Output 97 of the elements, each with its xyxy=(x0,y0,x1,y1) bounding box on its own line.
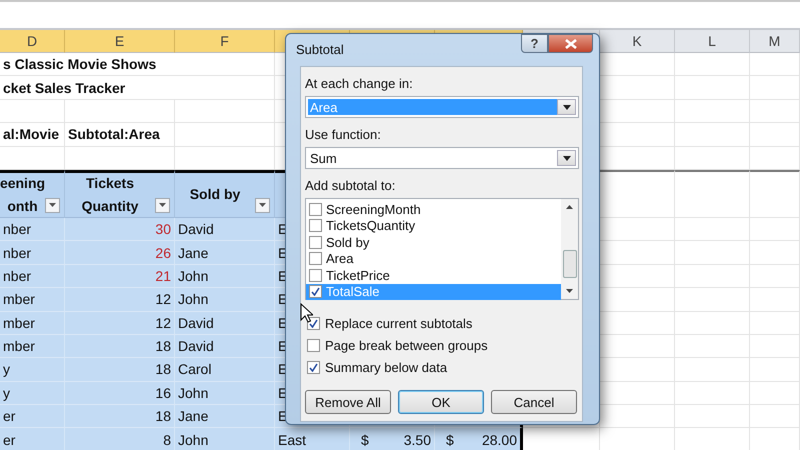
column-header[interactable]: L xyxy=(675,30,750,53)
column-header[interactable]: M xyxy=(750,30,800,53)
currency-sign: $ xyxy=(361,432,369,448)
table-cell: 8 xyxy=(65,428,175,450)
dropdown-value: Area xyxy=(308,99,557,115)
mouse-pointer-icon xyxy=(300,303,313,323)
dialog-button[interactable]: Cancel xyxy=(491,390,577,414)
checkbox[interactable] xyxy=(309,268,322,282)
column-title: Sold by xyxy=(190,185,240,204)
caret-icon xyxy=(259,203,266,208)
table-cell: 16 xyxy=(65,382,175,406)
table-cell: 18 xyxy=(65,334,175,358)
empty-cell xyxy=(750,76,800,100)
table-cell: al:Movie xyxy=(0,123,65,147)
empty-cell xyxy=(750,288,800,312)
field-label: At each change in: xyxy=(305,75,414,92)
scroll-thumb[interactable] xyxy=(562,250,576,278)
table-cell: mber xyxy=(0,288,65,312)
checkbox[interactable] xyxy=(309,252,322,266)
table-cell: 18 xyxy=(65,358,175,382)
empty-cell xyxy=(750,53,800,76)
table-cell: 30 xyxy=(65,218,175,242)
table-cell: er xyxy=(0,428,65,450)
empty-cell xyxy=(0,100,65,124)
table-cell: David xyxy=(175,218,275,242)
dialog-title: Subtotal xyxy=(296,42,344,56)
table-cell: 12 xyxy=(65,288,175,312)
filter-dropdown-button[interactable] xyxy=(45,198,60,213)
field-label: Use function: xyxy=(305,126,382,143)
table-cell: Jane xyxy=(175,241,275,265)
title-cell: s Classic Movie Shows xyxy=(0,53,275,76)
checkbox[interactable] xyxy=(307,361,320,374)
table-cell: mber xyxy=(0,312,65,335)
checkbox[interactable] xyxy=(309,219,322,232)
filter-dropdown-button[interactable] xyxy=(155,198,170,213)
table-cell: 21 xyxy=(65,264,175,288)
table-cell: er xyxy=(0,405,65,428)
currency-sign: $ xyxy=(446,432,454,448)
scroll-down-icon[interactable] xyxy=(566,289,573,293)
function-dropdown[interactable]: Sum xyxy=(305,147,579,169)
table-cell: David xyxy=(175,312,275,335)
empty-cell xyxy=(750,264,800,288)
column-header[interactable]: D xyxy=(0,30,65,53)
table-cell: nber xyxy=(0,241,65,265)
empty-cell xyxy=(750,382,800,406)
empty-cell xyxy=(750,218,800,242)
empty-cell xyxy=(750,123,800,147)
empty-cell xyxy=(750,358,800,382)
dialog-button[interactable]: Remove All xyxy=(305,390,391,414)
table-cell: Jane xyxy=(175,405,275,428)
table-cell: nber xyxy=(0,218,65,242)
table-cell: y xyxy=(0,358,65,382)
table-cell: Carol xyxy=(175,358,275,382)
scrollbar[interactable] xyxy=(561,199,578,299)
table-cell: 18 xyxy=(65,405,175,428)
help-button[interactable]: ? xyxy=(521,34,548,53)
amount: 28.00 xyxy=(482,432,517,448)
table-cell: John xyxy=(175,264,275,288)
amount: 3.50 xyxy=(404,432,431,448)
empty-cell xyxy=(750,100,800,124)
table-cell: mber xyxy=(0,334,65,358)
checkbox[interactable] xyxy=(309,285,322,298)
empty-cell xyxy=(750,241,800,265)
column-header[interactable]: K xyxy=(600,30,675,53)
table-cell: Subtotal:Area xyxy=(65,123,175,147)
filter-dropdown-button[interactable] xyxy=(255,198,270,213)
table-cell: East xyxy=(275,428,350,450)
empty-cell xyxy=(750,334,800,358)
field-list-item[interactable]: ScreeningMonth xyxy=(306,201,561,218)
table-cell: 12 xyxy=(65,312,175,335)
column-title: Tickets Quantity xyxy=(82,174,138,216)
empty-cell xyxy=(750,405,800,428)
dropdown-value: Sum xyxy=(309,150,338,166)
table-cell: John xyxy=(175,382,275,406)
table-cell: John xyxy=(175,428,275,450)
caret-icon xyxy=(49,203,56,208)
title-cell: cket Sales Tracker xyxy=(0,76,275,100)
table-cell: nber xyxy=(0,264,65,288)
empty-cell xyxy=(750,312,800,335)
checkbox[interactable] xyxy=(307,339,320,352)
table-cell: John xyxy=(175,288,275,312)
empty-cell xyxy=(750,170,800,218)
column-header[interactable]: E xyxy=(65,30,175,53)
table-cell: David xyxy=(175,334,275,358)
empty-cell xyxy=(750,146,800,170)
checkbox[interactable] xyxy=(307,317,320,330)
field-label: Add subtotal to: xyxy=(305,177,396,194)
close-button[interactable] xyxy=(548,34,593,53)
table-cell: y xyxy=(0,382,65,406)
checkbox[interactable] xyxy=(309,202,322,216)
table-cell: 26 xyxy=(65,241,175,265)
close-icon xyxy=(564,38,576,48)
scroll-up-icon[interactable] xyxy=(566,205,573,209)
checkbox[interactable] xyxy=(309,236,322,249)
dialog-button[interactable]: OK xyxy=(398,390,484,414)
caret-icon xyxy=(159,203,166,208)
column-header[interactable]: F xyxy=(175,30,275,53)
